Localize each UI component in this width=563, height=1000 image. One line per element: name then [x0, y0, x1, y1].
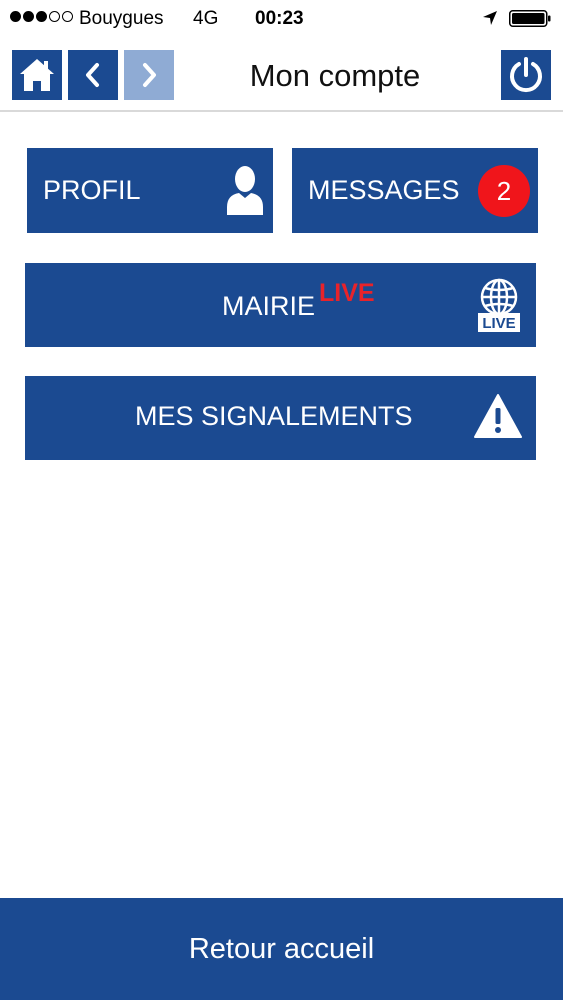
- chevron-right-icon: [143, 63, 156, 87]
- chevron-left-icon: [86, 63, 99, 87]
- live-label: LIVE: [319, 279, 375, 307]
- location-arrow-icon: [483, 11, 497, 25]
- signal-dot: [62, 11, 73, 22]
- profil-tile[interactable]: PROFIL: [27, 148, 273, 233]
- power-icon: [510, 57, 542, 93]
- status-bar: Bouygues 4G 00:23: [0, 0, 563, 38]
- signalements-tile[interactable]: MES SIGNALEMENTS: [25, 376, 536, 460]
- battery-icon: [509, 10, 551, 27]
- signal-dot: [10, 11, 21, 22]
- messages-tile[interactable]: MESSAGES 2: [292, 148, 538, 233]
- profil-label: PROFIL: [43, 175, 141, 205]
- user-icon: [227, 166, 263, 215]
- unread-count-badge: 2: [478, 165, 530, 217]
- logout-button[interactable]: [501, 50, 551, 100]
- mairie-live-tile[interactable]: MAIRIE LIVE LIVE: [25, 263, 536, 347]
- mairie-label: MAIRIE: [222, 291, 316, 321]
- app-header: Mon compte: [0, 38, 563, 112]
- home-icon: [20, 59, 54, 91]
- screen: Bouygues 4G 00:23 Mon compte PROFIL MESS…: [0, 0, 563, 1000]
- carrier-name: Bouygues: [79, 8, 164, 29]
- signal-dot: [23, 11, 34, 22]
- signalements-label: MES SIGNALEMENTS: [135, 401, 413, 431]
- status-time: 00:23: [255, 8, 304, 29]
- signal-dot: [36, 11, 47, 22]
- warning-icon: [474, 394, 522, 438]
- home-button[interactable]: [12, 50, 62, 100]
- return-home-button[interactable]: Retour accueil: [0, 898, 563, 1000]
- globe-live-icon-text: LIVE: [482, 315, 515, 332]
- return-home-label: Retour accueil: [188, 932, 375, 965]
- back-button[interactable]: [68, 50, 118, 100]
- signal-strength-icon: [10, 11, 73, 22]
- messages-label: MESSAGES: [308, 175, 460, 205]
- page-title: Mon compte: [249, 58, 421, 93]
- forward-button[interactable]: [124, 50, 174, 100]
- globe-live-icon: LIVE: [478, 278, 520, 332]
- signal-dot: [49, 11, 60, 22]
- network-type: 4G: [193, 8, 219, 29]
